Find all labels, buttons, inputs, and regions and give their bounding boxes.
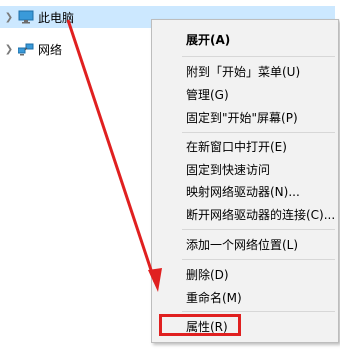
menu-item-delete[interactable]: 删除(D) [152, 263, 338, 285]
properties-highlight-box [159, 314, 241, 336]
menu-item-pin-quick-access[interactable]: 固定到快速访问 [152, 158, 338, 180]
menu-separator [182, 311, 335, 312]
menu-item-add-network-location[interactable]: 添加一个网络位置(L) [152, 233, 338, 255]
menu-item-manage[interactable]: 管理(G) [152, 83, 338, 105]
chevron-right-icon[interactable]: ❯ [0, 44, 18, 55]
tree-item-label: 网络 [38, 42, 63, 57]
menu-separator [182, 132, 335, 133]
menu-item-open-new-window[interactable]: 在新窗口中打开(E) [152, 135, 338, 157]
menu-separator [182, 259, 335, 260]
menu-item-rename[interactable]: 重命名(M) [152, 286, 338, 308]
menu-item-disconnect-drive[interactable]: 断开网络驱动器的连接(C)... [152, 203, 338, 225]
context-menu: 展开(A) 附到「开始」菜单(U) 管理(G) 固定到"开始"屏幕(P) 在新窗… [151, 19, 339, 343]
menu-item-pin-start-menu[interactable]: 附到「开始」菜单(U) [152, 60, 338, 82]
chevron-right-icon[interactable]: ❯ [0, 12, 18, 23]
menu-item-pin-start-screen[interactable]: 固定到"开始"屏幕(P) [152, 106, 338, 128]
computer-icon [18, 10, 34, 24]
tree-item-label: 此电脑 [38, 10, 75, 25]
network-icon [17, 42, 34, 56]
menu-separator [182, 229, 335, 230]
menu-item-expand[interactable]: 展开(A) [152, 28, 338, 50]
menu-item-map-drive[interactable]: 映射网络驱动器(N)... [152, 180, 338, 202]
menu-separator [182, 56, 335, 57]
